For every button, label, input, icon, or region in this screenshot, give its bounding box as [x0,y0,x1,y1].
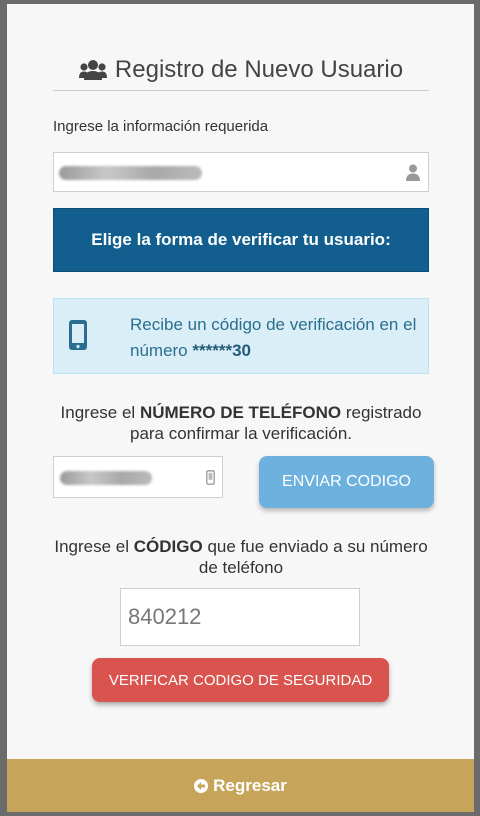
code-prompt-pre: Ingrese el [54,537,130,556]
sms-verification-text: Recibe un código de verificación en el n… [130,312,425,364]
page-header: Registro de Nuevo Usuario [53,50,429,91]
verify-security-code-button[interactable]: VERIFICAR CODIGO DE SEGURIDAD [92,658,389,702]
phone-prompt-bold: NÚMERO DE TELÉFONO [139,403,342,422]
back-button[interactable]: Regresar [7,759,474,812]
user-id-input[interactable] [53,152,429,192]
back-button-label: Regresar [213,775,287,795]
redacted-value [59,166,202,180]
arrow-left-icon [194,778,209,793]
sms-verification-label: Recibe un código de verificación en el n… [130,315,417,360]
code-prompt-post: que fue enviado a su número de teléfono [198,537,428,577]
required-info-label: Ingrese la información requerida [53,118,269,135]
users-icon [78,60,107,80]
masked-phone-number: ******30 [192,341,251,360]
redacted-value [60,471,152,485]
send-code-button[interactable]: ENVIAR CODIGO [259,456,434,508]
verification-code-input[interactable]: 840212 [120,588,360,646]
phone-prompt-pre: Ingrese el [60,403,136,422]
mobile-phone-icon [206,470,215,485]
phone-number-input[interactable] [53,456,223,498]
user-icon [406,164,420,181]
page-title: Registro de Nuevo Usuario [114,56,404,83]
code-prompt-bold: CÓDIGO [133,537,203,556]
verification-method-banner: Elige la forma de verificar tu usuario: [53,208,429,272]
mobile-phone-icon [69,320,87,350]
code-prompt: Ingrese el CÓDIGO que fue enviado a su n… [53,536,429,578]
sms-verification-option[interactable]: Recibe un código de verificación en el n… [53,298,429,374]
registration-panel: Registro de Nuevo Usuario Ingrese la inf… [7,4,474,812]
phone-prompt: Ingrese el NÚMERO DE TELÉFONO registrado… [53,402,429,444]
